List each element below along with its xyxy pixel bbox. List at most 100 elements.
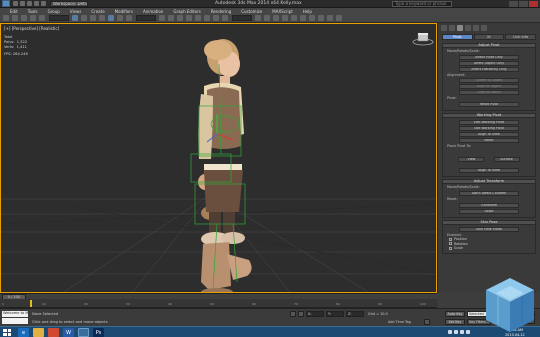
- chrome-icon[interactable]: [48, 328, 59, 337]
- edit-working-pivot-button[interactable]: Edit Working Pivot: [459, 119, 519, 125]
- unlink-icon[interactable]: [30, 15, 36, 21]
- viewport-scene[interactable]: [1, 24, 437, 293]
- affect-hierarchy-only-button[interactable]: Affect Hierarchy Only: [459, 66, 519, 72]
- modify-tab-icon[interactable]: [449, 25, 455, 31]
- center-to-object-button[interactable]: Center to Object: [459, 78, 519, 84]
- select-object-icon[interactable]: [72, 15, 78, 21]
- tab-pivot[interactable]: Pivot: [442, 34, 473, 40]
- align-to-view-toggle[interactable]: Align To View: [459, 168, 519, 174]
- place-view-button[interactable]: View: [458, 157, 485, 163]
- layer-explorer-icon[interactable]: [273, 15, 279, 21]
- 3dsmax-app-icon[interactable]: [2, 0, 10, 7]
- menu-graph-editors[interactable]: Graph Editors: [173, 9, 200, 14]
- material-editor-icon[interactable]: [309, 15, 315, 21]
- named-selection-sets-dropdown[interactable]: [232, 15, 252, 21]
- menu-views[interactable]: Views: [70, 9, 82, 14]
- coord-z-field[interactable]: Z:: [346, 311, 364, 317]
- keyboard-shortcut-override-icon[interactable]: [177, 15, 183, 21]
- spinner-snap-icon[interactable]: [213, 15, 219, 21]
- selection-filter-dropdown[interactable]: [49, 15, 69, 21]
- perspective-viewport[interactable]: [+] [Perspective] [Realistic] Total Poly…: [0, 23, 437, 293]
- maxscript-listener-mini[interactable]: Welcome to MA: [2, 311, 28, 317]
- angle-snap-icon[interactable]: [195, 15, 201, 21]
- select-by-name-icon[interactable]: [81, 15, 87, 21]
- reset-transform-button[interactable]: Transform: [459, 202, 519, 208]
- menu-rendering[interactable]: Rendering: [211, 9, 231, 14]
- curve-editor-icon[interactable]: [291, 15, 297, 21]
- reset-scale-button[interactable]: Scale: [459, 208, 519, 214]
- align-to-object-button[interactable]: Align to Object: [459, 84, 519, 90]
- dont-affect-children-button[interactable]: Don't Affect Children: [459, 190, 519, 196]
- link-icon[interactable]: [21, 15, 27, 21]
- create-tab-icon[interactable]: [441, 25, 447, 31]
- keyboard-icon[interactable]: [466, 330, 470, 334]
- set-key-button[interactable]: Set Key: [445, 319, 465, 325]
- pivot-center-icon[interactable]: [159, 15, 165, 21]
- menu-group[interactable]: Group: [48, 9, 60, 14]
- menu-modifiers[interactable]: Modifiers: [115, 9, 133, 14]
- explorer-icon[interactable]: [33, 328, 44, 337]
- display-tab-icon[interactable]: [473, 25, 479, 31]
- lock-selection-icon[interactable]: [290, 311, 296, 317]
- menu-maxscript[interactable]: MAXScript: [272, 9, 293, 14]
- viewcube-icon[interactable]: [412, 32, 434, 46]
- align-to-view-button[interactable]: Align To View: [459, 131, 519, 137]
- auto-key-button[interactable]: Auto Key: [445, 311, 465, 317]
- key-icon[interactable]: [424, 319, 430, 325]
- utilities-tab-icon[interactable]: [481, 25, 487, 31]
- help-search-input[interactable]: Type a keyword or phrase: [392, 1, 452, 7]
- render-setup-icon[interactable]: [318, 15, 324, 21]
- undo-icon[interactable]: [34, 1, 39, 6]
- start-button-icon[interactable]: [3, 329, 11, 336]
- reference-coordinate-dropdown[interactable]: [136, 15, 156, 21]
- absolute-mode-icon[interactable]: [298, 311, 304, 317]
- menu-create[interactable]: Create: [91, 9, 104, 14]
- skin-pose-mode-button[interactable]: Skin Pose Mode: [459, 226, 519, 232]
- menu-help[interactable]: Help: [303, 9, 312, 14]
- undo-toolbar-icon[interactable]: [3, 15, 9, 21]
- new-file-icon[interactable]: [13, 1, 18, 6]
- photoshop-icon[interactable]: Ps: [93, 328, 104, 337]
- coord-x-field[interactable]: X:: [306, 311, 324, 317]
- menu-tools[interactable]: Tools: [28, 9, 38, 14]
- keyframe-marker[interactable]: [30, 300, 32, 307]
- character-kelly[interactable]: [198, 39, 252, 293]
- volume-icon[interactable]: [454, 330, 458, 334]
- redo-icon[interactable]: [41, 1, 46, 6]
- menu-animation[interactable]: Animation: [143, 9, 163, 14]
- select-and-scale-icon[interactable]: [126, 15, 132, 21]
- menu-customize[interactable]: Customize: [241, 9, 262, 14]
- select-and-move-icon[interactable]: [108, 15, 114, 21]
- select-and-manipulate-icon[interactable]: [168, 15, 174, 21]
- workspace-dropdown[interactable]: Workspace: Default: [50, 0, 88, 7]
- word-icon[interactable]: W: [63, 328, 74, 337]
- save-file-icon[interactable]: [27, 1, 32, 6]
- graphite-toolbar-icon[interactable]: [282, 15, 288, 21]
- viewport-label-menu[interactable]: [+] [Perspective] [Realistic]: [4, 26, 59, 31]
- reset-pivot-button[interactable]: Reset Pivot: [459, 101, 519, 107]
- hierarchy-tab-icon[interactable]: [457, 25, 463, 31]
- redo-toolbar-icon[interactable]: [12, 15, 18, 21]
- align-to-world-button[interactable]: Align to World: [459, 90, 519, 96]
- maxscript-input-mini[interactable]: [2, 318, 28, 324]
- rectangle-selection-icon[interactable]: [90, 15, 96, 21]
- reset-working-pivot-button[interactable]: Reset: [459, 137, 519, 143]
- use-working-pivot-button[interactable]: Use Working Pivot: [459, 125, 519, 131]
- flag-icon[interactable]: [460, 330, 464, 334]
- open-file-icon[interactable]: [20, 1, 25, 6]
- percent-snap-icon[interactable]: [204, 15, 210, 21]
- window-crossing-icon[interactable]: [99, 15, 105, 21]
- add-time-tag[interactable]: Add Time Tag: [388, 320, 411, 324]
- affect-object-only-button[interactable]: Affect Object Only: [459, 60, 519, 66]
- place-surface-button[interactable]: Surface: [493, 157, 520, 163]
- select-and-rotate-icon[interactable]: [117, 15, 123, 21]
- coord-y-field[interactable]: Y:: [326, 311, 344, 317]
- maximize-button[interactable]: [519, 1, 528, 7]
- tab-link-info[interactable]: Link Info: [505, 34, 537, 40]
- mirror-icon[interactable]: [255, 15, 261, 21]
- menu-edit[interactable]: Edit: [10, 9, 18, 14]
- render-production-icon[interactable]: [336, 15, 342, 21]
- track-bar[interactable]: 0 10 20 30 40 50 60 70 80 90 100: [0, 299, 437, 308]
- schematic-view-icon[interactable]: [300, 15, 306, 21]
- edit-named-selection-icon[interactable]: [222, 15, 228, 21]
